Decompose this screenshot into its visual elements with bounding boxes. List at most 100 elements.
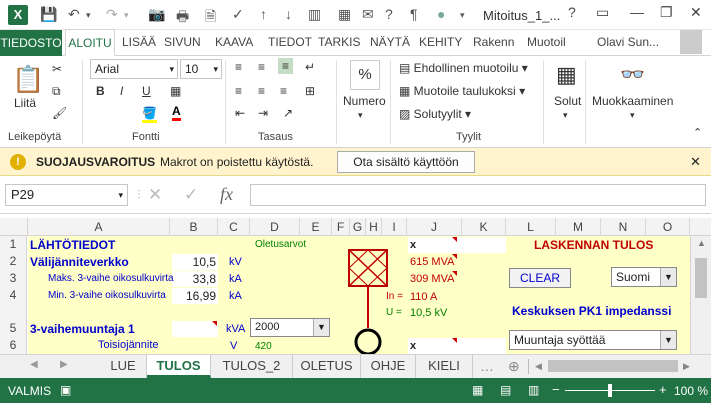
column-header[interactable]: E xyxy=(300,218,332,236)
cut-icon[interactable]: ✂ xyxy=(52,62,62,76)
camera-icon[interactable]: 📷 xyxy=(148,6,165,23)
select-all-button[interactable] xyxy=(0,218,28,236)
customize-toolbar-icon[interactable]: ▾ xyxy=(460,10,465,21)
maximize-button[interactable]: ❐ xyxy=(660,4,673,21)
add-sheet-icon[interactable]: ⊕ xyxy=(508,358,520,375)
tab-formulas[interactable]: KAAVA xyxy=(215,35,253,49)
percent-icon[interactable]: % xyxy=(350,60,380,90)
align-right-icon[interactable]: ≡ xyxy=(280,84,287,98)
editing-button[interactable]: Muokkaaminen xyxy=(592,94,673,108)
row-header[interactable]: 2 xyxy=(0,253,27,270)
tab-insert[interactable]: LISÄÄ xyxy=(122,35,156,49)
tab-design[interactable]: Rakenn xyxy=(473,35,514,49)
sheet-tab-ohje[interactable]: OHJE xyxy=(361,355,416,378)
minimize-button[interactable]: — xyxy=(630,4,644,20)
language-select[interactable]: Suomi ▼ xyxy=(611,267,677,287)
formula-input[interactable] xyxy=(250,184,706,206)
table-icon[interactable]: ▦ xyxy=(338,6,351,23)
row-header[interactable]: 1 xyxy=(0,236,27,253)
tab-home[interactable]: ALOITU xyxy=(65,29,115,56)
undo-icon[interactable]: ↶ xyxy=(68,6,80,23)
more-sheets-icon[interactable]: … xyxy=(480,358,494,374)
number-format-button[interactable]: Numero xyxy=(343,94,386,108)
column-header[interactable]: H xyxy=(366,218,382,236)
horizontal-scroll-thumb[interactable] xyxy=(548,360,678,372)
zoom-in-icon[interactable]: + xyxy=(659,382,667,397)
redo-icon[interactable]: ↷ xyxy=(106,6,118,23)
font-color-icon[interactable]: A xyxy=(172,104,181,121)
vertical-scrollbar[interactable]: ▲ xyxy=(690,236,711,354)
tab-developer[interactable]: KEHITY xyxy=(419,35,462,49)
result-cell[interactable] xyxy=(408,338,506,354)
scroll-left-icon[interactable]: ◀ xyxy=(535,361,542,372)
align-top-icon[interactable]: ≡ xyxy=(235,60,242,74)
align-left-icon[interactable]: ≡ xyxy=(235,84,242,98)
row-header[interactable]: 5 xyxy=(0,320,27,337)
merge-center-icon[interactable]: ⊞ xyxy=(305,84,315,98)
redo-dropdown-icon[interactable]: ▾ xyxy=(124,10,129,21)
scroll-tabs-right-icon[interactable]: ▶ xyxy=(60,359,68,370)
fill-color-icon[interactable]: 🪣 xyxy=(142,106,157,123)
align-bottom-icon[interactable]: ≡ xyxy=(278,58,294,74)
sheet-tab-tulos[interactable]: TULOS xyxy=(147,355,211,378)
cancel-icon[interactable]: ✕ xyxy=(148,185,162,205)
borders-icon[interactable]: ▦ xyxy=(170,84,181,98)
page-break-view-icon[interactable]: ▥ xyxy=(528,383,539,397)
orientation-icon[interactable]: ↗ xyxy=(283,106,293,120)
column-header[interactable]: F xyxy=(332,218,350,236)
sheet-tab-kieli[interactable]: KIELI xyxy=(416,355,473,378)
column-header[interactable]: I xyxy=(382,218,407,236)
tab-file[interactable]: TIEDOSTO xyxy=(0,30,62,56)
transformer-size-select[interactable]: 2000 ▼ xyxy=(250,318,330,337)
sort-descending-icon[interactable]: ↓ xyxy=(285,6,292,22)
cells-icon[interactable]: ▦ xyxy=(556,62,577,88)
decrease-indent-icon[interactable]: ⇤ xyxy=(235,106,245,120)
enter-icon[interactable]: ✓ xyxy=(184,185,198,205)
scroll-right-icon[interactable]: ▶ xyxy=(683,361,690,372)
increase-indent-icon[interactable]: ⇥ xyxy=(258,106,268,120)
email-icon[interactable]: ✉ xyxy=(362,6,374,23)
format-painter-icon[interactable]: 🖌 xyxy=(52,106,67,120)
column-header[interactable]: J xyxy=(407,218,462,236)
cell-value[interactable]: 10,5 xyxy=(172,255,216,269)
conditional-formatting-button[interactable]: ▤ Ehdollinen muotoilu ▾ xyxy=(399,61,528,75)
cells-button[interactable]: Solut xyxy=(554,94,581,108)
column-header[interactable]: K xyxy=(462,218,506,236)
align-middle-icon[interactable]: ≡ xyxy=(258,60,265,74)
page-layout-view-icon[interactable]: ▤ xyxy=(500,383,511,397)
copy-icon[interactable]: ⧉ xyxy=(52,84,61,99)
tab-data[interactable]: TIEDOT xyxy=(268,35,312,49)
avatar[interactable] xyxy=(680,30,702,54)
scroll-tabs-left-icon[interactable]: ◀ xyxy=(30,359,38,370)
underline-button[interactable]: U xyxy=(142,84,151,98)
column-header[interactable]: C xyxy=(218,218,250,236)
tab-format[interactable]: Muotoil xyxy=(527,35,566,49)
user-name[interactable]: Olavi Sun... xyxy=(597,35,659,49)
column-header[interactable]: N xyxy=(601,218,646,236)
column-header[interactable]: B xyxy=(170,218,218,236)
cell-styles-button[interactable]: ▨ Solutyylit ▾ xyxy=(399,107,471,121)
print-icon[interactable]: 🖶 xyxy=(176,6,189,30)
zoom-out-icon[interactable]: − xyxy=(552,382,560,397)
cell-value[interactable]: 33,8 xyxy=(172,272,216,286)
close-window-button[interactable]: ✕ xyxy=(690,4,702,21)
cell-value[interactable]: 16,99 xyxy=(172,289,216,303)
row-header[interactable]: 4 xyxy=(0,287,27,304)
clear-button[interactable]: CLEAR xyxy=(509,268,571,288)
scroll-up-icon[interactable]: ▲ xyxy=(697,238,706,248)
column-header[interactable]: L xyxy=(506,218,556,236)
sheet-tab-oletus[interactable]: OLETUS xyxy=(293,355,361,378)
column-header[interactable]: M xyxy=(556,218,601,236)
close-icon[interactable]: ✕ xyxy=(690,154,701,170)
spelling-icon[interactable]: ✓ xyxy=(232,6,244,23)
row-header[interactable]: 3 xyxy=(0,270,27,287)
insert-function-icon[interactable]: fx xyxy=(220,184,233,205)
ribbon-display-icon[interactable]: ▭ xyxy=(596,4,609,21)
chart-icon[interactable]: ▥ xyxy=(308,6,321,23)
font-size-select[interactable]: 10 ▾ xyxy=(180,59,222,79)
name-box[interactable]: P29 ▾ xyxy=(5,184,128,206)
italic-button[interactable]: I xyxy=(120,84,123,98)
column-header[interactable]: A xyxy=(28,218,170,236)
tab-view[interactable]: NÄYTÄ xyxy=(370,35,410,49)
font-name-select[interactable]: Arial ▾ xyxy=(90,59,178,79)
